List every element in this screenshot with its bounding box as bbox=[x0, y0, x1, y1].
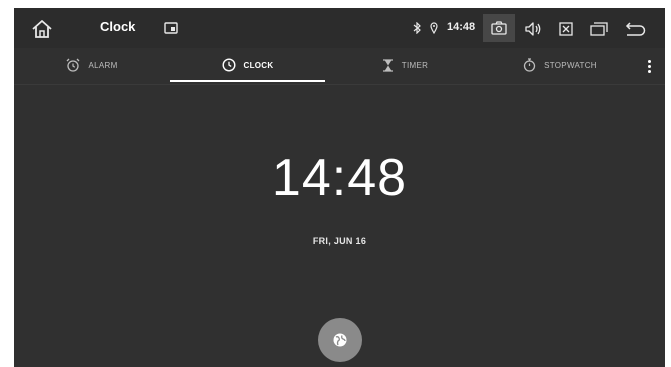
location-icon bbox=[429, 20, 439, 36]
close-app-button[interactable] bbox=[551, 16, 581, 42]
globe-icon bbox=[333, 333, 347, 347]
status-bar: Clock 14:48 bbox=[14, 8, 665, 48]
tab-alarm[interactable]: ALARM bbox=[14, 48, 170, 82]
alarm-icon bbox=[67, 58, 80, 72]
tab-timer-label: TIMER bbox=[401, 60, 429, 70]
screen-icon[interactable] bbox=[162, 20, 180, 36]
volume-button[interactable] bbox=[519, 16, 549, 42]
tab-bar: ALARM CLOCK TIMER STOPWATCH bbox=[14, 48, 665, 85]
overflow-menu-button[interactable] bbox=[641, 56, 657, 76]
tab-alarm-label: ALARM bbox=[88, 60, 118, 70]
tab-stopwatch-label: STOPWATCH bbox=[544, 60, 597, 70]
bluetooth-icon bbox=[412, 20, 422, 36]
tab-timer[interactable]: TIMER bbox=[325, 48, 485, 82]
stopwatch-icon bbox=[523, 58, 536, 72]
app-title: Clock bbox=[100, 19, 136, 34]
clock-date: FRI, JUN 16 bbox=[312, 236, 367, 246]
volume-icon bbox=[525, 22, 541, 36]
tab-clock[interactable]: CLOCK bbox=[170, 48, 325, 82]
recent-apps-icon bbox=[590, 22, 608, 36]
recent-apps-button[interactable] bbox=[584, 16, 614, 42]
clock-time: 14:48 bbox=[271, 149, 408, 207]
close-icon bbox=[559, 22, 573, 36]
home-icon bbox=[32, 20, 52, 38]
world-clock-button[interactable] bbox=[318, 318, 362, 362]
back-icon bbox=[625, 22, 646, 36]
camera-icon bbox=[491, 21, 507, 35]
tab-clock-label: CLOCK bbox=[243, 60, 274, 70]
hourglass-icon bbox=[382, 58, 393, 72]
clock-icon bbox=[222, 58, 236, 72]
home-button[interactable] bbox=[28, 16, 56, 42]
more-vert-icon bbox=[647, 59, 651, 63]
tab-stopwatch[interactable]: STOPWATCH bbox=[485, 48, 635, 82]
status-time: 14:48 bbox=[447, 21, 476, 33]
active-tab-indicator bbox=[170, 80, 325, 82]
back-button[interactable] bbox=[620, 16, 650, 42]
clock-app-screen: Clock 14:48 ALARM CLOCK TIMER STOPWATCH … bbox=[14, 8, 665, 367]
screenshot-button[interactable] bbox=[483, 14, 515, 42]
